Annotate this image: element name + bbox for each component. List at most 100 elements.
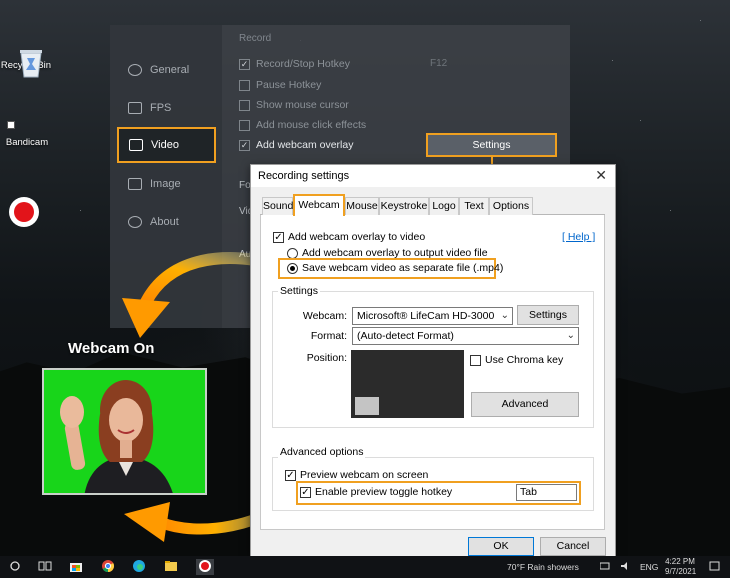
webcam-overlay-checkbox[interactable]: ✓ Add webcam overlay bbox=[239, 139, 353, 151]
clock[interactable]: 4:22 PM 9/7/2021 bbox=[665, 557, 696, 577]
settings-group-label: Settings bbox=[278, 285, 320, 297]
volume-icon[interactable] bbox=[620, 561, 630, 577]
image-icon bbox=[128, 178, 142, 190]
checkbox-box bbox=[239, 79, 250, 91]
webcam-settings-button[interactable]: Settings bbox=[517, 305, 579, 325]
sidebar-item-label: About bbox=[150, 216, 179, 228]
checkbox-label: Add webcam overlay to video bbox=[288, 231, 426, 243]
webcam-overlay-settings-button[interactable]: Settings bbox=[426, 133, 557, 157]
checkbox-box bbox=[470, 354, 481, 366]
radio-separate-file[interactable]: Save webcam video as separate file (.mp4… bbox=[287, 262, 503, 274]
sidebar-item-video[interactable]: Video bbox=[117, 127, 216, 163]
recording-settings-dialog: Recording settings ✕ Sound Webcam Mouse … bbox=[250, 164, 616, 557]
tab-text[interactable]: Text bbox=[459, 197, 489, 215]
fps-icon bbox=[128, 102, 142, 114]
advanced-options-label: Advanced options bbox=[278, 446, 366, 458]
tab-options[interactable]: Options bbox=[489, 197, 533, 215]
store-icon[interactable] bbox=[68, 559, 84, 575]
hotkey-input[interactable]: Tab bbox=[516, 484, 577, 501]
sidebar-item-about[interactable]: About bbox=[118, 205, 218, 239]
sidebar-item-label: FPS bbox=[150, 102, 172, 114]
ok-button[interactable]: OK bbox=[468, 537, 534, 556]
tab-logo[interactable]: Logo bbox=[429, 197, 459, 215]
checkbox-label: Show mouse cursor bbox=[256, 99, 349, 111]
checkbox-box: ✓ bbox=[273, 231, 284, 243]
checkbox-label: Preview webcam on screen bbox=[300, 469, 429, 481]
weather-widget[interactable]: 70°F Rain showers bbox=[507, 562, 579, 572]
checkbox-label: Add mouse click effects bbox=[256, 119, 367, 131]
help-link[interactable]: [ Help ] bbox=[562, 231, 595, 243]
preview-webcam-checkbox[interactable]: ✓ Preview webcam on screen bbox=[285, 469, 428, 481]
checkbox-box: ✓ bbox=[285, 469, 296, 481]
cancel-button[interactable]: Cancel bbox=[540, 537, 606, 556]
recycle-bin-icon bbox=[20, 50, 42, 78]
desktop-icon-recycle-bin[interactable]: Recycle Bin bbox=[0, 22, 56, 78]
tab-strip: Sound Webcam Mouse Keystroke Logo Text O… bbox=[260, 194, 605, 216]
sidebar-item-label: Image bbox=[150, 178, 181, 190]
tab-keystroke[interactable]: Keystroke bbox=[379, 197, 429, 215]
sidebar-item-fps[interactable]: FPS bbox=[118, 91, 218, 125]
show-mouse-cursor-checkbox[interactable]: Show mouse cursor bbox=[239, 99, 349, 111]
checkbox-label: Pause Hotkey bbox=[256, 79, 322, 91]
webcam-label: Webcam: bbox=[302, 310, 347, 322]
chevron-down-icon: ⌄ bbox=[566, 330, 575, 341]
network-icon[interactable] bbox=[599, 561, 610, 577]
radio-button bbox=[287, 262, 298, 274]
shortcut-arrow-icon bbox=[7, 121, 15, 129]
add-webcam-overlay-checkbox[interactable]: ✓ Add webcam overlay to video bbox=[273, 231, 425, 243]
chroma-key-checkbox[interactable]: Use Chroma key bbox=[470, 354, 563, 366]
position-label: Position: bbox=[306, 352, 347, 364]
radio-button bbox=[287, 247, 298, 259]
language-indicator[interactable]: ENG bbox=[640, 562, 658, 572]
hotkey-value: F12 bbox=[430, 58, 448, 69]
sidebar-item-image[interactable]: Image bbox=[118, 167, 218, 201]
notifications-icon[interactable] bbox=[708, 561, 720, 577]
webcam-device-select[interactable]: Microsoft® LifeCam HD-3000 ⌄ bbox=[352, 307, 513, 325]
mouse-click-effects-checkbox[interactable]: Add mouse click effects bbox=[239, 119, 366, 131]
sidebar-item-label: General bbox=[150, 64, 190, 76]
checkbox-box: ✓ bbox=[239, 58, 250, 70]
format-select[interactable]: (Auto-detect Format) ⌄ bbox=[352, 327, 579, 345]
checkbox-box bbox=[239, 99, 250, 111]
gear-icon bbox=[128, 64, 142, 76]
radio-label: Save webcam video as separate file (.mp4… bbox=[302, 262, 504, 274]
clock-time: 4:22 PM bbox=[665, 557, 695, 566]
checkbox-label: Enable preview toggle hotkey bbox=[315, 486, 453, 498]
info-icon bbox=[128, 216, 142, 228]
dialog-title: Recording settings bbox=[258, 170, 350, 182]
checkbox-box: ✓ bbox=[239, 139, 250, 151]
edge-icon[interactable] bbox=[131, 559, 147, 575]
tab-sound[interactable]: Sound bbox=[262, 197, 293, 215]
chevron-down-icon: ⌄ bbox=[500, 310, 509, 321]
position-handle[interactable] bbox=[355, 397, 379, 415]
bandicam-taskbar-icon[interactable] bbox=[196, 559, 214, 575]
checkbox-label: Add webcam overlay bbox=[256, 139, 354, 151]
webcam-position-picker[interactable] bbox=[351, 350, 464, 418]
file-explorer-icon[interactable] bbox=[163, 559, 179, 575]
bandicam-record-icon bbox=[9, 197, 39, 227]
sidebar-item-general[interactable]: General bbox=[118, 53, 218, 87]
select-value: (Auto-detect Format) bbox=[357, 330, 454, 342]
tab-webcam[interactable]: Webcam bbox=[293, 194, 345, 216]
star bbox=[640, 120, 641, 121]
webcam-person-image bbox=[60, 380, 173, 493]
desktop-icon-bandicam[interactable]: Bandicam bbox=[0, 97, 57, 227]
star bbox=[80, 210, 81, 211]
desktop-icon-label: Bandicam bbox=[5, 137, 49, 148]
webcam-on-label: Webcam On bbox=[68, 340, 155, 357]
task-view-icon[interactable] bbox=[38, 559, 52, 575]
chrome-icon[interactable] bbox=[100, 559, 116, 575]
star bbox=[670, 210, 671, 211]
tab-mouse[interactable]: Mouse bbox=[345, 197, 379, 215]
select-value: Microsoft® LifeCam HD-3000 bbox=[357, 310, 495, 322]
checkbox-box: ✓ bbox=[300, 486, 311, 498]
video-icon bbox=[129, 139, 143, 151]
record-stop-hotkey-checkbox[interactable]: ✓ Record/Stop Hotkey bbox=[239, 58, 350, 70]
preview-toggle-hotkey-checkbox[interactable]: ✓ Enable preview toggle hotkey bbox=[300, 486, 452, 498]
taskbar: 70°F Rain showers ENG 4:22 PM 9/7/2021 bbox=[0, 556, 730, 578]
advanced-button[interactable]: Advanced bbox=[471, 392, 579, 417]
pause-hotkey-checkbox[interactable]: Pause Hotkey bbox=[239, 79, 321, 91]
search-icon[interactable] bbox=[8, 559, 22, 575]
close-icon[interactable]: ✕ bbox=[595, 167, 607, 184]
checkbox-box bbox=[239, 119, 250, 131]
